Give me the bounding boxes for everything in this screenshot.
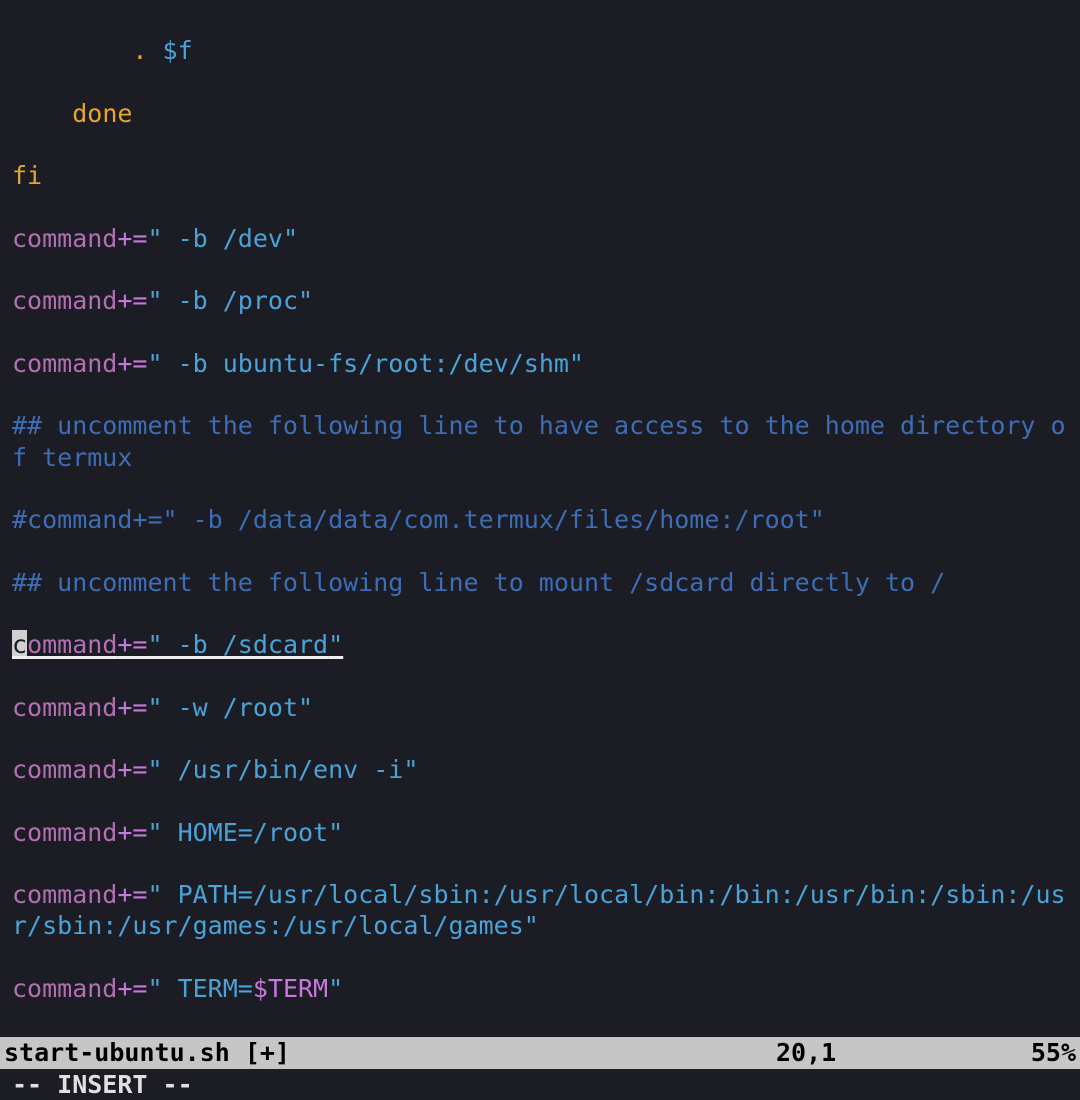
var-command: command: [12, 755, 117, 784]
var-command: command: [12, 818, 117, 847]
status-percent: 55%: [996, 1037, 1076, 1068]
string-content: -b /dev: [163, 224, 283, 253]
code-line-cursor: command+=" -b /sdcard": [12, 629, 1068, 660]
status-position: 20,1: [776, 1037, 996, 1068]
quote: ": [328, 630, 343, 659]
editor-viewport[interactable]: . $f done fi command+=" -b /dev" command…: [12, 4, 1068, 1035]
keyword-fi: fi: [12, 161, 42, 190]
string-content: -w /root: [163, 693, 298, 722]
var-command: command: [12, 974, 117, 1003]
code-line: command+=" HOME=/root": [12, 817, 1068, 848]
var-command: command: [12, 286, 117, 315]
indent: [12, 36, 132, 65]
variable: $TERM: [253, 974, 328, 1003]
code-line: command+=" /usr/bin/env -i": [12, 754, 1068, 785]
comment-line: ## uncomment the following line to mount…: [12, 567, 1068, 598]
quote: ": [147, 693, 162, 722]
quote: ": [147, 630, 162, 659]
op-plus-equals: +=: [117, 349, 147, 378]
quote: ": [283, 224, 298, 253]
var-command: command: [12, 880, 117, 909]
code-line: command+=" -b /dev": [12, 223, 1068, 254]
quote: ": [147, 224, 162, 253]
var-command: ommand: [27, 630, 117, 659]
quote: ": [328, 818, 343, 847]
indent: [12, 99, 72, 128]
quote: ": [328, 974, 343, 1003]
cursor: c: [12, 630, 27, 659]
quote: ": [147, 880, 162, 909]
quote: ": [524, 911, 539, 940]
code-line: fi: [12, 160, 1068, 191]
code-line: command+=" PATH=/usr/local/sbin:/usr/loc…: [12, 879, 1068, 942]
mode-indicator: -- INSERT --: [12, 1069, 1068, 1100]
op-plus-equals: +=: [117, 630, 147, 659]
quote: ": [298, 286, 313, 315]
quote: ": [147, 349, 162, 378]
string-content: -b /sdcard: [163, 630, 329, 659]
keyword-done: done: [72, 99, 132, 128]
var-command: command: [12, 224, 117, 253]
var-command: command: [12, 349, 117, 378]
op-plus-equals: +=: [117, 224, 147, 253]
string-content: TERM=: [163, 974, 253, 1003]
code-line: . $f: [12, 35, 1068, 66]
quote: ": [147, 974, 162, 1003]
quote: ": [147, 286, 162, 315]
op-plus-equals: +=: [117, 974, 147, 1003]
op-plus-equals: +=: [117, 286, 147, 315]
quote: ": [147, 818, 162, 847]
code-line: command+=" -b ubuntu-fs/root:/dev/shm": [12, 348, 1068, 379]
op-plus-equals: +=: [117, 755, 147, 784]
quote: ": [403, 755, 418, 784]
quote: ": [569, 349, 584, 378]
op-plus-equals: +=: [117, 880, 147, 909]
code-line: command+=" TERM=$TERM": [12, 973, 1068, 1004]
op-plus-equals: +=: [117, 693, 147, 722]
string-content: /usr/bin/env -i: [163, 755, 404, 784]
var-command: command: [12, 693, 117, 722]
quote: ": [298, 693, 313, 722]
comment-line: ## uncomment the following line to have …: [12, 410, 1068, 473]
variable: $f: [163, 36, 193, 65]
source-dot: .: [132, 36, 162, 65]
quote: ": [147, 755, 162, 784]
op-plus-equals: +=: [117, 818, 147, 847]
code-line: command+=" -b /proc": [12, 285, 1068, 316]
comment-line: #command+=" -b /data/data/com.termux/fil…: [12, 504, 1068, 535]
status-filename: start-ubuntu.sh [+]: [4, 1037, 776, 1068]
string-content: -b /proc: [163, 286, 298, 315]
string-content: -b ubuntu-fs/root:/dev/shm: [163, 349, 569, 378]
code-line: command+=" -w /root": [12, 692, 1068, 723]
status-bar: start-ubuntu.sh [+] 20,1 55%: [0, 1037, 1080, 1068]
code-line: done: [12, 98, 1068, 129]
string-content: HOME=/root: [163, 818, 329, 847]
